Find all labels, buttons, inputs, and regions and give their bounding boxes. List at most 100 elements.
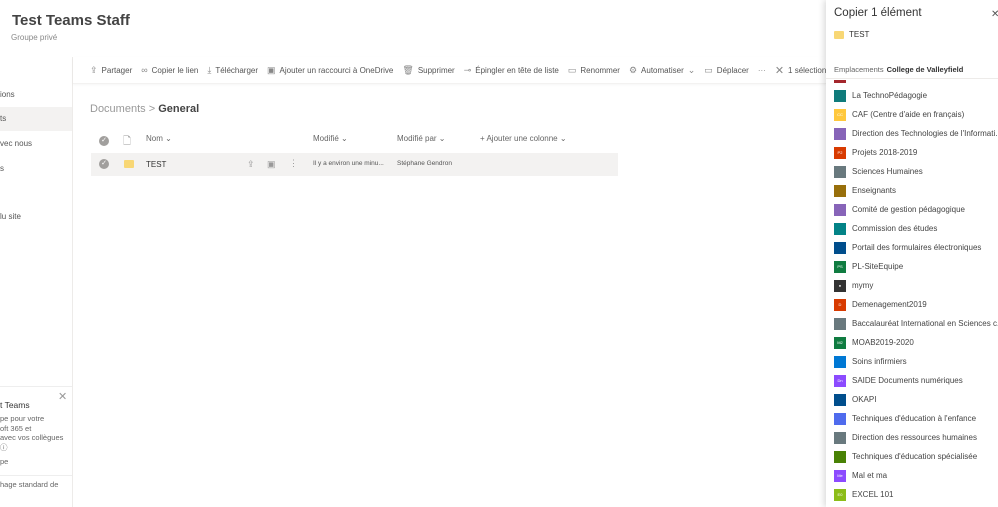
folder-icon xyxy=(124,160,134,168)
info-icon[interactable]: ⓘ xyxy=(0,442,8,453)
site-icon: ● xyxy=(834,279,846,292)
site-list-item[interactable]: Enseignants xyxy=(834,181,998,200)
site-list-item[interactable]: P2 Projets 2018-2019 xyxy=(834,143,998,162)
card-link[interactable]: pe xyxy=(0,457,8,466)
close-icon[interactable]: ✕ xyxy=(58,390,67,403)
site-name: EXCEL 101 xyxy=(852,490,894,499)
share-button[interactable]: ⇪ Partager xyxy=(90,65,132,76)
site-icon xyxy=(834,203,846,216)
table-row[interactable]: ✓ TEST ⇪ ▣ ⋮ Il y a environ une minu... … xyxy=(91,153,618,176)
site-name: Demenagement2019 xyxy=(852,300,927,309)
site-icon: CC xyxy=(834,108,846,121)
selected-item: TEST xyxy=(834,30,869,39)
site-icon: D xyxy=(834,298,846,311)
site-name: OKAPI xyxy=(852,395,877,404)
site-list-item[interactable]: E0 EXCEL 101 xyxy=(834,485,998,504)
nav-item[interactable]: vec nous xyxy=(0,132,72,156)
nav-item[interactable]: ions xyxy=(0,83,72,107)
site-icon xyxy=(834,450,846,463)
more-button[interactable]: ··· xyxy=(758,66,766,75)
location-name[interactable]: College de Valleyfield xyxy=(887,65,964,74)
nav-item[interactable]: s xyxy=(0,157,72,181)
clear-selection-button[interactable]: ✕1 sélectionné xyxy=(775,64,826,77)
row-checkbox[interactable]: ✓ xyxy=(99,159,109,169)
more-actions-icon[interactable]: ⋮ xyxy=(289,158,298,169)
site-name: Enseignants xyxy=(852,186,897,195)
site-list-item[interactable]: Techniques d'éducation spécialisée xyxy=(834,447,998,466)
site-list-item[interactable]: Dn SAIDE Documents numériques xyxy=(834,371,998,390)
site-list-item[interactable]: Soins infirmiers xyxy=(834,352,998,371)
shortcut-icon: ▣ xyxy=(267,64,276,75)
rename-icon: ▭ xyxy=(567,64,577,75)
site-icon: M2 xyxy=(834,336,846,349)
nav-item[interactable]: lu site xyxy=(0,205,72,229)
download-button[interactable]: ⤓ Télécharger xyxy=(207,65,258,76)
breadcrumb: Documents > General xyxy=(90,103,200,115)
shortcut-icon[interactable]: ▣ xyxy=(267,159,276,170)
chevron-down-icon: ⌄ xyxy=(687,64,696,75)
site-icon xyxy=(834,184,846,197)
site-list-item[interactable]: Me Mal et ma xyxy=(834,466,998,485)
site-list-item[interactable]: Comité de gestion pédagogique xyxy=(834,200,998,219)
site-name: Baccalauréat International en Sciences c… xyxy=(852,319,998,328)
site-list-item[interactable]: Commission des études xyxy=(834,219,998,238)
site-icon xyxy=(834,241,846,254)
rename-button[interactable]: ▭ Renommer xyxy=(568,65,620,76)
site-list-item[interactable]: Direction des Technologies de l'Informat… xyxy=(834,124,998,143)
site-name: Mal et ma xyxy=(852,471,888,480)
site-name: Direction des Technologies de l'Informat… xyxy=(852,129,998,138)
share-icon[interactable]: ⇪ xyxy=(247,159,255,170)
close-icon: ✕ xyxy=(774,64,785,77)
site-list: La TechnoPédagogie CC CAF (Centre d'aide e… xyxy=(834,86,998,504)
locations: Emplacements College de Valleyfield xyxy=(834,65,964,74)
site-name: CAF (Centre d'aide en français) xyxy=(852,110,965,119)
card-text: avec vos collègues xyxy=(0,433,64,442)
close-icon[interactable]: ✕ xyxy=(991,9,998,20)
site-icon xyxy=(834,165,846,178)
site-subtitle: Groupe privé xyxy=(11,33,58,42)
site-list-item[interactable]: La TechnoPédagogie xyxy=(834,86,998,105)
nav-item-documents[interactable]: ts xyxy=(0,107,72,131)
pin-button[interactable]: ⊸ Épingler en tête de liste xyxy=(464,65,559,76)
site-list-item[interactable]: D Demenagement2019 xyxy=(834,295,998,314)
command-bar: ⇪ Partager ∞ Copier le lien ⤓ Télécharger ▣… xyxy=(73,57,826,84)
site-list-item[interactable]: CC CAF (Centre d'aide en français) xyxy=(834,105,998,124)
site-list-item[interactable]: Techniques d'éducation à l'enfance xyxy=(834,409,998,428)
site-name: Projets 2018-2019 xyxy=(852,148,918,157)
select-all-checkbox[interactable]: ✓ xyxy=(99,136,109,146)
column-modified-by[interactable]: Modifié par ⌄ xyxy=(397,134,446,143)
site-list-item[interactable]: ● mymy xyxy=(834,276,998,295)
site-name: Techniques d'éducation spécialisée xyxy=(852,452,978,461)
automate-button[interactable]: ⚙ Automatiser ⌄ xyxy=(629,65,695,76)
site-list-item[interactable]: M2 MOAB2019-2020 xyxy=(834,333,998,352)
add-column-button[interactable]: + Ajouter une colonne ⌄ xyxy=(480,134,567,143)
add-shortcut-button[interactable]: ▣ Ajouter un raccourci à OneDrive xyxy=(267,65,393,76)
site-icon xyxy=(834,222,846,235)
folder-icon xyxy=(834,30,844,39)
move-button[interactable]: ▭ Déplacer xyxy=(704,65,749,76)
row-name[interactable]: TEST xyxy=(146,160,166,169)
column-modified[interactable]: Modifié ⌄ xyxy=(313,134,348,143)
site-icon xyxy=(834,127,846,140)
card-text: oft 365 et xyxy=(0,424,32,433)
automate-icon: ⚙ xyxy=(628,64,638,75)
site-icon: E0 xyxy=(834,488,846,501)
site-name: mymy xyxy=(852,281,874,290)
file-type-icon: 🗋 xyxy=(123,136,132,147)
site-list-item[interactable]: Portail des formulaires électroniques xyxy=(834,238,998,257)
site-icon: Me xyxy=(834,469,846,482)
delete-button[interactable]: 🗑 Supprimer xyxy=(402,65,454,76)
site-name: Portail des formulaires électroniques xyxy=(852,243,982,252)
site-list-item[interactable]: Baccalauréat International en Sciences c… xyxy=(834,314,998,333)
breadcrumb-documents[interactable]: Documents xyxy=(90,103,146,115)
teams-promo-card: ✕ t Teams pe pour votre oft 365 et avec … xyxy=(0,386,72,476)
site-list-item[interactable]: OKAPI xyxy=(834,390,998,409)
site-list-item[interactable]: Direction des ressources humaines xyxy=(834,428,998,447)
column-name[interactable]: Nom ⌄ xyxy=(146,134,172,143)
card-title: t Teams xyxy=(0,400,30,410)
site-icon xyxy=(834,431,846,444)
site-name: La TechnoPédagogie xyxy=(852,91,928,100)
site-list-item[interactable]: PS PL-SiteEquipe xyxy=(834,257,998,276)
copy-link-button[interactable]: ∞ Copier le lien xyxy=(141,65,198,75)
site-list-item[interactable]: Sciences Humaines xyxy=(834,162,998,181)
